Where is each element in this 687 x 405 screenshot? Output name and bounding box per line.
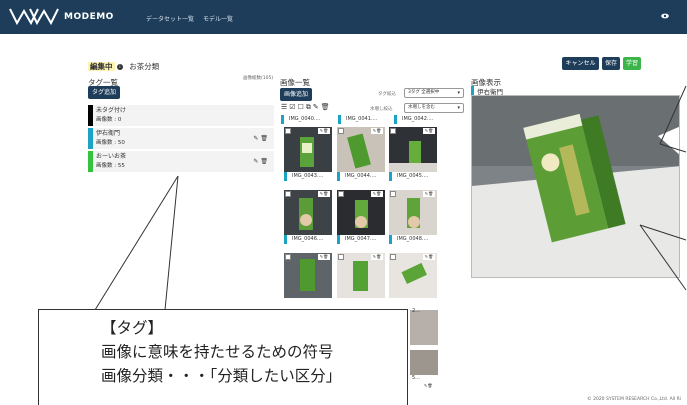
image-checkbox[interactable] [338, 254, 344, 260]
image-thumb[interactable] [410, 350, 438, 375]
tag-item-untagged[interactable]: 未タグ付け 画像数 : 0 [88, 105, 274, 126]
edit-header: 編集中 i お茶分類 [88, 61, 159, 72]
image-caption: 5... [412, 375, 420, 381]
image-checkbox[interactable] [390, 191, 396, 197]
image-checkbox[interactable] [338, 128, 344, 134]
add-image-button[interactable]: 画像追加 [280, 88, 312, 101]
trash-icon[interactable]: 🗑 [321, 103, 332, 111]
trash-icon[interactable]: 🗑 [260, 135, 268, 142]
tag-count: 画像数 : 0 [96, 117, 122, 123]
edit-status: 編集中 [88, 62, 115, 71]
logo-icon [9, 8, 59, 26]
image-caption: IMG_0044.... [337, 172, 385, 181]
tag-filter-value: 3タグ 全選択中 [408, 90, 440, 95]
image-thumb[interactable]: ✎🗑 IMG_0046.... [284, 190, 332, 245]
tag-filter-label: タグ絞込 [378, 92, 396, 97]
image-caption: IMG_0047.... [337, 235, 385, 244]
tea-carton-photo [472, 96, 679, 277]
image-thumb[interactable]: ✎🗑 IMG_0043.... [284, 127, 332, 182]
image-tools[interactable]: ✎🗑 [423, 191, 435, 197]
tag-item-iyemon[interactable]: 伊右衛門 画像数 : 50 ✎ 🗑 [88, 128, 274, 149]
caret-down-icon: ▾ [457, 90, 460, 96]
image-caption: IMG_0043.... [284, 172, 332, 181]
image-checkbox[interactable] [390, 254, 396, 260]
image-toolbar: ☰☑☐⧉✎🗑 [281, 103, 332, 112]
dataset-name: お茶分類 [129, 62, 160, 71]
image-thumb[interactable]: ✎🗑 [337, 253, 385, 308]
image-thumb[interactable]: ✎🗑 IMG_0045.... [389, 127, 437, 182]
caret-down-icon: ▾ [457, 105, 460, 111]
image-tools[interactable]: ✎🗑 [423, 128, 435, 134]
logo-text[interactable]: MODEMO [64, 12, 114, 22]
check-all-icon[interactable]: ☑ [289, 103, 297, 111]
image-checkbox[interactable] [338, 191, 344, 197]
tag-icon[interactable]: ✎ [313, 103, 321, 111]
top-navbar: MODEMO データセット一覧 モデル一覧 [0, 0, 687, 34]
add-tag-button[interactable]: タグ追加 [88, 86, 120, 99]
image-tools[interactable]: ✎🗑 [423, 254, 435, 260]
image-caption: IMG_0048.... [389, 235, 437, 244]
image-tools[interactable]: ✎🗑 [371, 191, 383, 197]
pencil-icon[interactable]: ✎ [253, 158, 258, 165]
image-tools[interactable]: ✎🗑 [318, 128, 330, 134]
water-filter-value: 水増しを含む [408, 105, 435, 110]
cancel-button[interactable]: キャンセル [562, 57, 599, 70]
copyright: © 2020 SYSTEM RESEARCH Co.,Ltd. All Ri [587, 397, 681, 402]
tag-item-oiocha[interactable]: おーいお茶 画像数 : 55 ✎ 🗑 [88, 151, 274, 172]
image-checkbox[interactable] [390, 128, 396, 134]
water-filter-label: 水増し絞込 [370, 107, 393, 112]
image-caption: IMG_0046.... [284, 235, 332, 244]
image-caption: IMG_0042.... [394, 115, 446, 124]
image-thumb[interactable]: ✎🗑 [284, 253, 332, 308]
image-thumb[interactable]: ✎🗑 IMG_0047.... [337, 190, 385, 245]
nav-link-models[interactable]: モデル一覧 [203, 14, 233, 23]
image-tools[interactable]: ✎🗑 [371, 128, 383, 134]
image-tools[interactable]: ✎🗑 [371, 254, 383, 260]
copy-icon[interactable]: ⧉ [306, 103, 313, 111]
image-total: 画像総数(105) [243, 76, 274, 81]
tag-count: 画像数 : 55 [96, 163, 125, 169]
callout-box: 【タグ】 画像に意味を持たせるための符号 画像分類・・・「分類したい区分」 [38, 309, 408, 405]
info-icon: i [116, 64, 123, 70]
image-caption: 2... [412, 308, 420, 314]
tag-name: 伊右衛門 [96, 130, 121, 137]
image-thumb[interactable] [410, 310, 438, 345]
image-tools[interactable]: ✎🗑 [318, 191, 330, 197]
image-thumb[interactable]: ✎🗑 IMG_0044.... [337, 127, 385, 182]
callout-line: 画像に意味を持たせるための符号 [101, 343, 334, 361]
eye-icon[interactable] [661, 13, 669, 19]
callout-heading: 【タグ】 [101, 319, 164, 337]
water-filter-select[interactable]: 水増しを含む ▾ [404, 103, 464, 113]
train-button[interactable]: 学習 [623, 57, 641, 70]
image-list-title: 画像一覧 [280, 78, 310, 87]
image-thumb[interactable]: ✎🗑 [389, 253, 437, 308]
tag-name: おーいお茶 [96, 153, 127, 160]
uncheck-icon[interactable]: ☐ [298, 103, 306, 111]
image-tools[interactable]: ✎🗑 [424, 383, 432, 388]
callout-line: 画像分類・・・「分類したい区分」 [101, 367, 342, 385]
image-caption: IMG_0040.... [281, 115, 333, 124]
tag-filter-select[interactable]: 3タグ 全選択中 ▾ [404, 88, 464, 98]
image-checkbox[interactable] [285, 254, 291, 260]
trash-icon[interactable]: 🗑 [260, 158, 268, 165]
image-caption-row: IMG_0040.... IMG_0041.... IMG_0042.... [281, 115, 465, 127]
save-button[interactable]: 保存 [602, 57, 620, 70]
image-tools[interactable]: ✎🗑 [318, 254, 330, 260]
image-checkbox[interactable] [285, 191, 291, 197]
pencil-icon[interactable]: ✎ [253, 135, 258, 142]
tag-count: 画像数 : 50 [96, 140, 125, 146]
nav-link-datasets[interactable]: データセット一覧 [146, 14, 194, 23]
image-thumb[interactable]: ✎🗑 IMG_0048.... [389, 190, 437, 245]
image-caption: IMG_0045.... [389, 172, 437, 181]
preview-image [471, 95, 680, 278]
tag-name: 未タグ付け [96, 107, 127, 114]
image-checkbox[interactable] [285, 128, 291, 134]
image-caption: IMG_0041.... [338, 115, 390, 124]
